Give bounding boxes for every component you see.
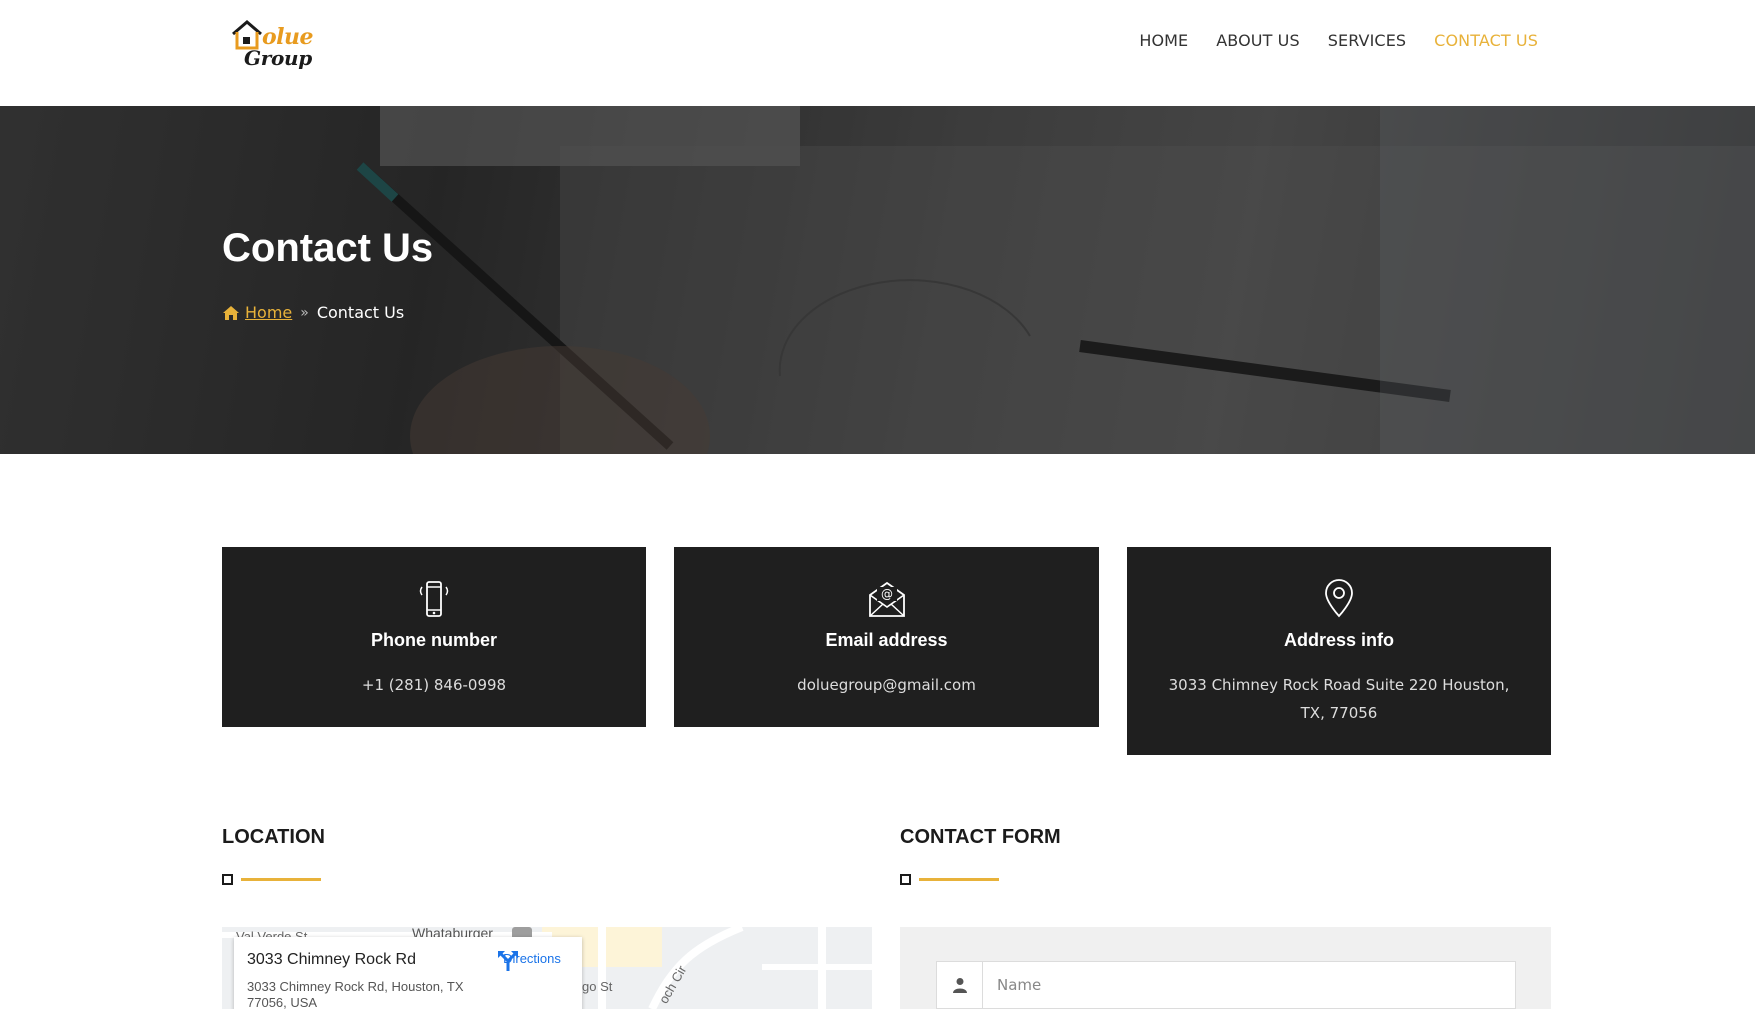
logo-text-bottom: Group <box>244 46 312 70</box>
contact-form-heading: CONTACT FORM <box>900 826 1061 848</box>
location-map[interactable]: Val Verde St Whataburger go St och Cir 3… <box>222 927 872 1009</box>
svg-text:@: @ <box>881 587 893 601</box>
divider-square-icon <box>900 874 911 885</box>
email-card: @ Email address doluegroup@gmail.com <box>674 547 1099 727</box>
name-input[interactable] <box>983 962 1515 1008</box>
divider-square-icon <box>222 874 233 885</box>
phone-number[interactable]: +1 (281) 846-0998 <box>222 671 646 699</box>
directions-button[interactable]: Directions <box>496 949 568 971</box>
address-card: Address info 3033 Chimney Rock Road Suit… <box>1127 547 1551 755</box>
divider-bar <box>919 878 999 881</box>
site-header: olue Group HOME ABOUT US SERVICES CONTAC… <box>0 0 1755 106</box>
map-place-card: 3033 Chimney Rock Rd 3033 Chimney Rock R… <box>234 937 582 1009</box>
email-card-title: Email address <box>825 630 948 650</box>
hero-banner: Contact Us Home » Contact Us <box>0 106 1755 454</box>
map-place-title: 3033 Chimney Rock Rd <box>247 951 416 968</box>
hero-overlay <box>0 106 1755 454</box>
contact-form <box>900 927 1551 1009</box>
main-nav: HOME ABOUT US SERVICES CONTACT US <box>1139 30 1538 52</box>
phone-card-title: Phone number <box>370 630 497 650</box>
phone-card: Phone number +1 (281) 846-0998 <box>222 547 646 727</box>
nav-contact-us[interactable]: CONTACT US <box>1434 30 1538 52</box>
nav-services[interactable]: SERVICES <box>1328 30 1406 52</box>
location-divider <box>222 874 321 885</box>
map-place-address: 3033 Chimney Rock Rd, Houston, TX 77056,… <box>247 979 464 1009</box>
divider-bar <box>241 878 321 881</box>
breadcrumb: Home » Contact Us <box>222 303 404 322</box>
address-card-title: Address info <box>1283 630 1394 650</box>
name-field <box>936 961 1516 1009</box>
nav-home[interactable]: HOME <box>1139 30 1188 52</box>
user-icon <box>937 962 983 1008</box>
chevron-right-icon: » <box>300 304 309 321</box>
smartphone-icon <box>419 581 449 617</box>
map-street-label: go St <box>582 979 613 994</box>
contact-form-divider <box>900 874 999 885</box>
nav-about-us[interactable]: ABOUT US <box>1216 30 1299 52</box>
directions-icon <box>498 951 518 971</box>
page-title: Contact Us <box>222 226 434 270</box>
address-text: 3033 Chimney Rock Road Suite 220 Houston… <box>1168 676 1510 722</box>
logo[interactable]: olue Group <box>230 18 316 74</box>
home-icon <box>223 305 239 320</box>
breadcrumb-home-label: Home <box>245 303 293 322</box>
location-heading: LOCATION <box>222 826 325 848</box>
location-pin-icon <box>1325 579 1353 618</box>
envelope-at-icon: @ <box>868 581 905 617</box>
breadcrumb-home[interactable]: Home <box>222 303 292 322</box>
breadcrumb-current: Contact Us <box>316 303 405 322</box>
email-address[interactable]: doluegroup@gmail.com <box>674 671 1099 699</box>
